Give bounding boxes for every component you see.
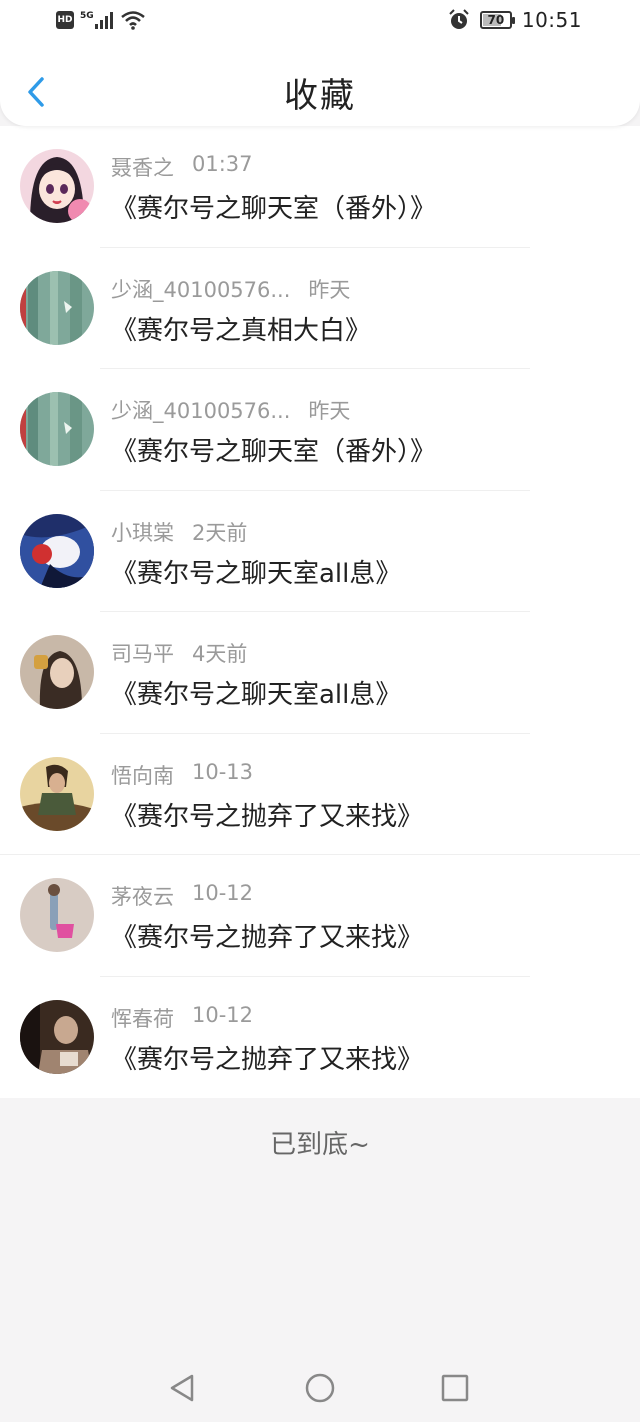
- post-time: 10-12: [192, 1002, 254, 1027]
- network-type: 5G: [80, 11, 94, 21]
- status-right: 70 10:51: [448, 8, 582, 32]
- post-time: 10-12: [192, 881, 254, 905]
- avatar: [20, 999, 94, 1074]
- post-time: 2天前: [192, 520, 248, 545]
- battery-level: 70: [487, 13, 505, 27]
- post-time: 4天前: [192, 642, 248, 666]
- avatar: [20, 270, 94, 345]
- avatar: [20, 635, 94, 709]
- page-title: 收藏: [284, 76, 356, 116]
- author-name: 聂香之: [111, 156, 174, 180]
- author-name: 恽春荷: [111, 1006, 174, 1031]
- author-name: 少涵_40100576...: [111, 399, 291, 423]
- post-time: 昨天: [308, 277, 351, 302]
- avatar: [20, 878, 94, 952]
- nav-home-button[interactable]: [302, 1370, 338, 1406]
- item-title: 《赛尔号之聊天室all息》: [111, 558, 402, 589]
- hd-badge: HD: [56, 11, 74, 29]
- post-time: 10-13: [192, 759, 254, 784]
- alarm-icon: [449, 9, 469, 29]
- avatar: [20, 513, 94, 588]
- author-name: 少涵_40100576...: [111, 277, 291, 302]
- nav-back-button[interactable]: [164, 1370, 200, 1406]
- post-time: 01:37: [192, 152, 253, 176]
- list-item[interactable]: 恽春荷 10-12 《赛尔号之抛弃了又来找》: [0, 977, 640, 1099]
- square-recents-icon: [441, 1374, 469, 1402]
- list-item[interactable]: 悟向南 10-13 《赛尔号之抛弃了又来找》: [0, 734, 640, 855]
- item-title: 《赛尔号之聊天室all息》: [111, 680, 402, 710]
- item-title: 《赛尔号之抛弃了又来找》: [111, 923, 424, 953]
- status-bar: HD 5G 70 10:51: [0, 0, 640, 44]
- list-item[interactable]: 小琪棠 2天前 《赛尔号之聊天室all息》: [0, 491, 640, 612]
- end-of-list-text: 已到底~: [270, 1130, 370, 1160]
- author-name: 司马平: [111, 642, 174, 666]
- system-nav-bar: [0, 1352, 640, 1422]
- list-item[interactable]: 少涵_40100576... 昨天 《赛尔号之聊天室（番外）》: [0, 369, 640, 491]
- battery-icon: 70: [479, 11, 515, 29]
- wifi-icon: [120, 11, 145, 30]
- item-title: 《赛尔号之聊天室（番外）》: [111, 437, 437, 467]
- author-name: 小琪棠: [111, 520, 174, 545]
- triangle-back-icon: [170, 1374, 194, 1402]
- app-header: HD 5G 70 10:51 收藏: [0, 0, 640, 126]
- favorites-list: 聂香之 01:37 《赛尔号之聊天室（番外）》 少涵_40100576... 昨…: [0, 126, 640, 1098]
- author-name: 茅夜云: [111, 885, 174, 909]
- item-title: 《赛尔号之聊天室（番外）》: [111, 194, 437, 224]
- list-item[interactable]: 茅夜云 10-12 《赛尔号之抛弃了又来找》: [0, 855, 640, 977]
- author-name: 悟向南: [111, 763, 174, 788]
- signal-icon: [94, 12, 113, 29]
- list-item[interactable]: 聂香之 01:37 《赛尔号之聊天室（番外）》: [0, 126, 640, 248]
- item-title: 《赛尔号之抛弃了又来找》: [111, 1044, 424, 1075]
- circle-home-icon: [305, 1373, 335, 1403]
- item-title: 《赛尔号之抛弃了又来找》: [111, 801, 424, 832]
- avatar: [20, 149, 94, 223]
- status-left: HD 5G: [56, 10, 146, 30]
- list-item[interactable]: 少涵_40100576... 昨天 《赛尔号之真相大白》: [0, 248, 640, 369]
- avatar: [20, 392, 94, 466]
- status-time: 10:51: [521, 8, 582, 32]
- avatar: [20, 756, 94, 831]
- list-item[interactable]: 司马平 4天前 《赛尔号之聊天室all息》: [0, 612, 640, 734]
- post-time: 昨天: [308, 399, 351, 423]
- nav-recents-button[interactable]: [437, 1370, 473, 1406]
- item-title: 《赛尔号之真相大白》: [111, 315, 372, 346]
